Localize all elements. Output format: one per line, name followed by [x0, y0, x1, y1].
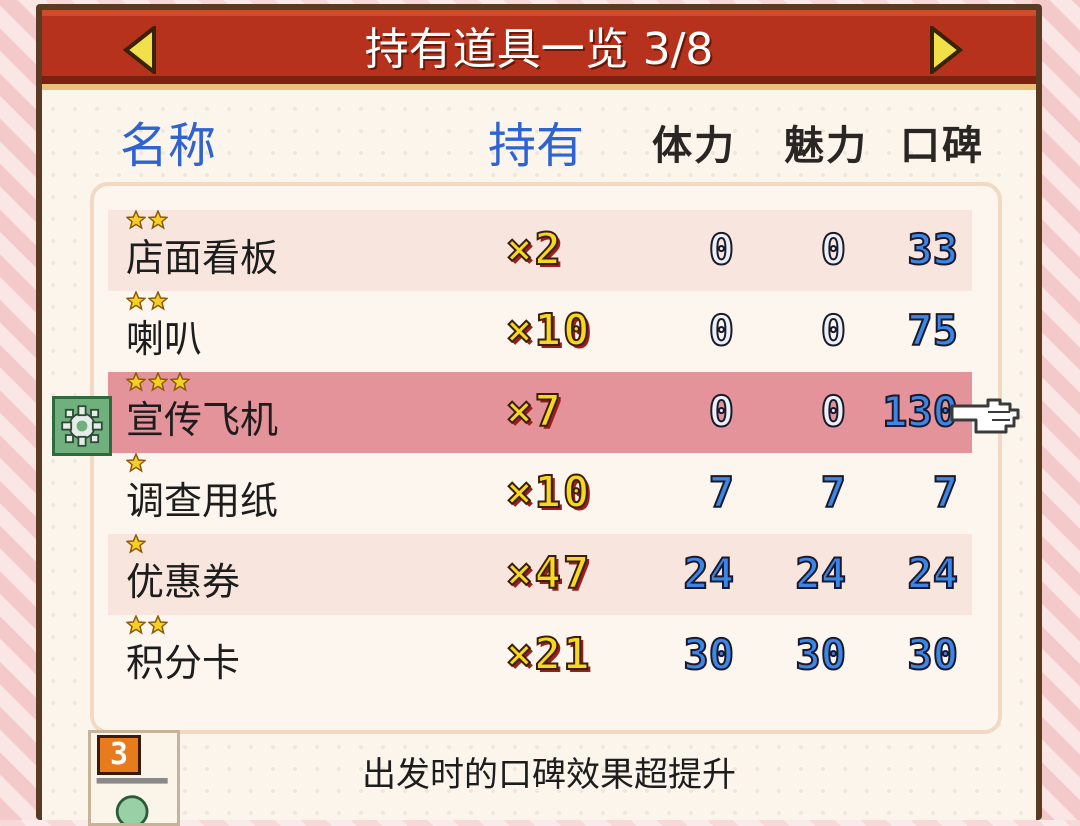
rarity-stars	[126, 615, 168, 637]
item-reputation-value: 24	[906, 548, 959, 599]
item-icon-box: 3	[88, 730, 180, 826]
item-stamina-value: 0	[708, 386, 735, 437]
item-stamina-value: 0	[708, 305, 735, 356]
item-charm-value: 0	[820, 386, 847, 437]
star-icon	[148, 210, 168, 230]
star-icon	[148, 615, 168, 635]
item-stamina-value: 0	[708, 224, 735, 275]
next-page-button[interactable]	[926, 23, 966, 77]
item-list-window: 持有道具一览 3/8 名称 持有 体力 魅力 口碑 店面看板 ×2 0 0 33 喇叭 ×1…	[36, 4, 1042, 826]
item-row[interactable]: 调查用纸 ×10 7 7 7	[108, 453, 972, 534]
item-name: 喇叭	[126, 317, 203, 361]
item-quantity: ×2	[505, 223, 563, 276]
column-header-owned: 持有	[488, 118, 585, 174]
item-stamina-value: 7	[708, 467, 735, 518]
star-icon	[126, 372, 146, 392]
item-description: 出发时的口碑效果超提升	[362, 755, 736, 795]
item-stamina-value: 24	[682, 548, 735, 599]
rarity-stars	[126, 291, 168, 313]
gear-icon	[61, 405, 103, 447]
star-icon	[126, 453, 146, 473]
rarity-stars	[126, 372, 190, 394]
item-row[interactable]: 喇叭 ×10 0 0 75	[108, 291, 972, 372]
item-charm-value: 24	[794, 548, 847, 599]
item-name: 店面看板	[126, 236, 279, 280]
star-icon	[126, 534, 146, 554]
pointing-hand-icon	[950, 398, 1020, 434]
item-stamina-value: 30	[682, 629, 735, 680]
star-icon	[126, 210, 146, 230]
column-header-stamina: 体力	[652, 123, 736, 169]
item-quantity: ×10	[505, 466, 592, 519]
item-reputation-value: 7	[932, 467, 959, 518]
item-charm-value: 0	[820, 305, 847, 356]
star-icon	[170, 372, 190, 392]
item-row[interactable]: 店面看板 ×2 0 0 33	[108, 210, 972, 291]
settings-button[interactable]	[52, 396, 112, 456]
title-bar: 持有道具一览 3/8	[42, 10, 1036, 90]
item-row[interactable]: 优惠券 ×47 24 24 24	[108, 534, 972, 615]
item-name: 调查用纸	[126, 479, 279, 523]
rarity-stars	[126, 534, 146, 556]
item-quantity: ×47	[505, 547, 592, 600]
scale-icon	[96, 778, 168, 823]
item-reputation-value: 130	[881, 386, 959, 437]
item-name: 宣传飞机	[126, 398, 279, 442]
star-icon	[148, 372, 168, 392]
item-reputation-value: 30	[906, 629, 959, 680]
column-header-name: 名称	[120, 118, 217, 174]
star-icon	[148, 291, 168, 311]
item-name: 积分卡	[126, 641, 241, 685]
item-quantity: ×21	[505, 628, 592, 681]
background-left	[0, 0, 40, 820]
item-row[interactable]: 宣传飞机 ×7 0 0 130	[108, 372, 972, 453]
rarity-stars	[126, 453, 146, 475]
item-reputation-value: 75	[906, 305, 959, 356]
arrow-right-icon	[930, 23, 964, 77]
item-reputation-value: 33	[906, 224, 959, 275]
item-charm-value: 0	[820, 224, 847, 275]
item-charm-value: 30	[794, 629, 847, 680]
item-name: 优惠券	[126, 560, 241, 604]
star-icon	[126, 291, 146, 311]
column-header-charm: 魅力	[784, 123, 868, 169]
item-quantity: ×10	[505, 304, 592, 357]
window-body: 持有道具一览 3/8 名称 持有 体力 魅力 口碑 店面看板 ×2 0 0 33 喇叭 ×1…	[42, 10, 1036, 826]
column-header-reputation: 口碑	[900, 123, 984, 169]
star-icon	[126, 615, 146, 635]
item-quantity: ×7	[505, 385, 563, 438]
item-charm-value: 7	[820, 467, 847, 518]
rarity-stars	[126, 210, 168, 232]
item-row[interactable]: 积分卡 ×21 30 30 30	[108, 615, 972, 696]
window-title: 持有道具一览 3/8	[364, 24, 714, 75]
